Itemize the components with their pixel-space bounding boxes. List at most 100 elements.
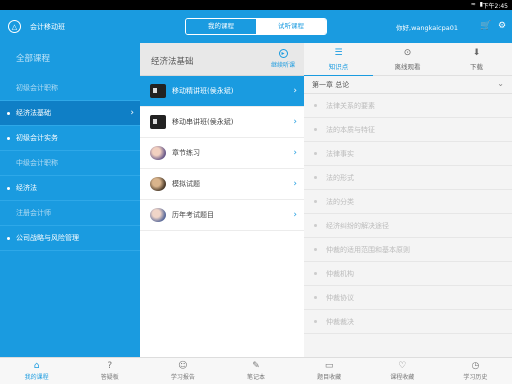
menu-item-review[interactable]: 移动串讲班(侯永斌) › [140,107,304,138]
point-label: 法的分类 [326,198,354,206]
chapter-selector[interactable]: 第一章 总论 ⌄ [304,76,512,94]
home-icon: ⌂ [33,361,40,371]
bookmark-icon: ▭ [324,361,334,371]
nav-label: 答疑板 [100,374,119,381]
nav-qa[interactable]: ? 答疑板 [73,358,146,384]
menu-item-past-exams[interactable]: 历年考试题目 › [140,200,304,231]
app-logo-icon: △ [8,20,21,33]
list-item[interactable]: 仲裁裁决 [304,310,512,334]
chevron-right-icon: › [293,86,297,96]
bullet-icon [7,137,10,140]
bullet-icon [314,200,317,203]
list-item[interactable]: 仲裁的适用范围和基本原则 [304,238,512,262]
nav-label: 我的课程 [24,374,49,381]
video-icon [150,84,166,98]
cart-icon[interactable]: 🛒 [480,20,492,32]
list-item[interactable]: 法的形式 [304,166,512,190]
knowledge-point-list: 法律关系的要素 法的本质与特征 法律事实 法的形式 法的分类 经济纠纷的解决途径… [304,94,512,357]
nav-label: 题目收藏 [317,374,342,381]
sidebar-category[interactable]: 注册会计师 [0,201,140,226]
list-item[interactable]: 法律事实 [304,142,512,166]
heart-icon: ♡ [398,361,407,371]
nav-label: 学习报告 [170,374,195,381]
clock-icon: ◷ [471,361,480,371]
list-item[interactable]: 经济纠纷的解决途径 [304,214,512,238]
sidebar-item[interactable]: 初级会计实务 [0,126,140,151]
menu-item-label: 章节练习 [172,149,200,157]
tab-download[interactable]: ⬇ 下载 [442,43,511,76]
nav-notebook[interactable]: ✎ 笔记本 [219,358,292,384]
sidebar-category[interactable]: 初级会计职称 [0,76,140,101]
point-label: 法的本质与特征 [326,126,375,134]
bullet-icon [314,104,317,107]
bullet-icon [7,187,10,190]
offline-icon: ⊙ [403,48,412,58]
app-title: 会计移动班 [30,23,65,31]
bullet-icon [7,237,10,240]
continue-button[interactable]: ▸ 继续听课 [266,49,300,69]
avatar-icon [150,208,166,222]
avatar-icon [150,146,166,160]
panel-tabs: ☰ 知识点 ⊙ 离线观看 ⬇ 下载 [304,43,512,77]
sidebar-item[interactable]: 公司战略与风险管理 [0,226,140,251]
bullet-icon [314,152,317,155]
bullet-icon [314,296,317,299]
status-time: 下午2:45 [482,3,508,10]
list-item[interactable]: 仲裁协议 [304,286,512,310]
nav-history[interactable]: ◷ 学习历史 [439,358,512,384]
tab-label: 离线观看 [394,63,421,71]
menu-item-lecture[interactable]: 移动精讲班(侯永斌) › [140,76,304,107]
segment-my-courses[interactable]: 我的课程 [186,19,256,34]
point-label: 仲裁机构 [326,270,354,278]
list-item[interactable]: 法律关系的要素 [304,94,512,118]
tab-label: 下载 [470,63,483,71]
user-greeting[interactable]: 你好,wangkaicpa01 [396,22,458,32]
sidebar-item[interactable]: 经济法基础 › [0,101,140,126]
chapter-label: 第一章 总论 [312,81,350,89]
nav-course-favorites[interactable]: ♡ 课程收藏 [366,358,439,384]
knowledge-panel: ☰ 知识点 ⊙ 离线观看 ⬇ 下载 第一章 总论 ⌄ 法律关系的要素 法的本质与… [304,43,512,357]
menu-item-label: 历年考试题目 [172,211,214,219]
list-item[interactable]: 法的本质与特征 [304,118,512,142]
sidebar-category[interactable]: 中级会计职称 [0,151,140,176]
chevron-down-icon: ⌄ [497,79,504,88]
bullet-icon [314,128,317,131]
list-item[interactable]: 仲裁机构 [304,262,512,286]
course-menu-list: 移动精讲班(侯永斌) › 移动串讲班(侯永斌) › 章节练习 › 模拟试题 › … [140,76,304,231]
report-icon: ☺ [178,361,188,371]
list-item[interactable]: 法的分类 [304,190,512,214]
play-icon: ▸ [278,49,288,58]
sidebar-item[interactable]: 经济法 [0,176,140,201]
point-label: 仲裁的适用范围和基本原则 [326,246,410,254]
nav-my-courses[interactable]: ⌂ 我的课程 [0,358,73,384]
menu-item-mock-exam[interactable]: 模拟试题 › [140,169,304,200]
course-menu: 经济法基础 ▸ 继续听课 移动精讲班(侯永斌) › 移动串讲班(侯永斌) › 章… [140,43,304,357]
point-label: 仲裁协议 [326,294,354,302]
pencil-icon: ✎ [252,361,260,371]
chevron-right-icon: › [293,117,297,127]
video-icon [150,115,166,129]
continue-label: 继续听课 [270,62,295,69]
segment-trial-courses[interactable]: 试听课程 [256,19,326,34]
course-menu-header: 经济法基础 ▸ 继续听课 [140,43,304,76]
menu-item-label: 移动精讲班(侯永斌) [172,87,234,95]
settings-icon[interactable]: ⚙ [496,20,508,32]
status-bar: ≈ ▮ 下午2:45 [0,0,512,10]
bullet-icon [314,248,317,251]
nav-question-favorites[interactable]: ▭ 题目收藏 [293,358,366,384]
bullet-icon [7,112,10,115]
bullet-icon [314,320,317,323]
chevron-right-icon: › [293,148,297,158]
tab-knowledge-points[interactable]: ☰ 知识点 [304,43,373,77]
sidebar-all-courses[interactable]: 全部课程 [0,43,140,76]
tab-label: 知识点 [328,63,349,71]
point-label: 仲裁裁决 [326,318,354,326]
avatar-icon [150,177,166,191]
nav-report[interactable]: ☺ 学习报告 [146,358,219,384]
menu-item-chapter-practice[interactable]: 章节练习 › [140,138,304,169]
point-label: 法律关系的要素 [326,102,375,110]
course-title: 经济法基础 [151,57,194,67]
chevron-right-icon: › [130,108,134,118]
app-header: △ 会计移动班 我的课程 试听课程 你好,wangkaicpa01 🛒 ⚙ [0,10,512,43]
tab-offline[interactable]: ⊙ 离线观看 [373,43,442,76]
